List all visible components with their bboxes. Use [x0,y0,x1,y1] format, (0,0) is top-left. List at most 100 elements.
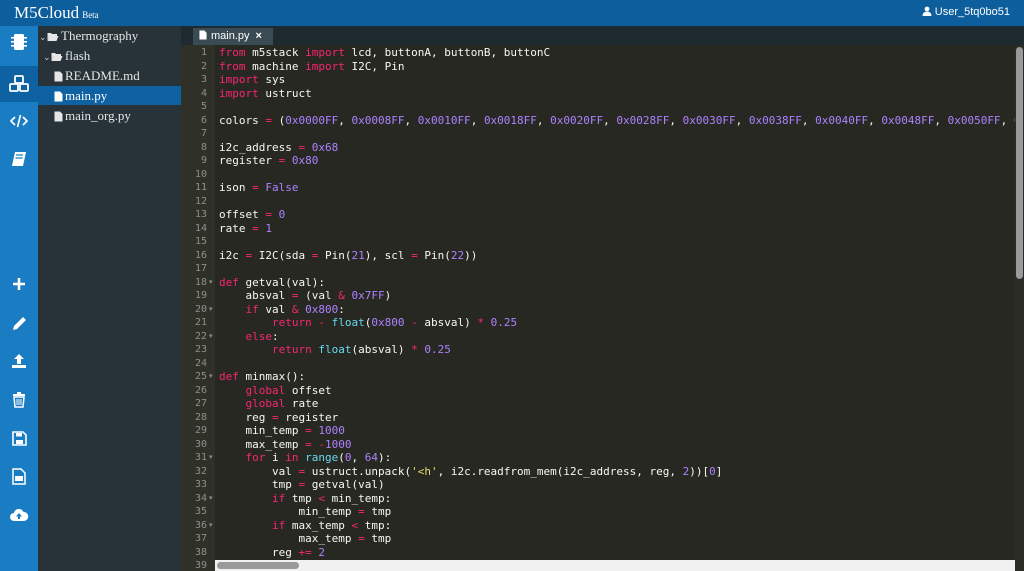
code-line: else: [245,329,279,343]
code-line: reg = register [219,410,339,424]
code-line: i2c_address = 0x68 [219,140,339,154]
line-number: 4 [200,87,207,99]
zip-icon [12,467,26,485]
fold-arrow-icon[interactable]: ▾ [209,492,213,506]
code-line: val = ustruct.unpack('<h', i2c.readfrom_… [219,464,723,478]
file-icon [54,111,63,122]
tree-file-main-org[interactable]: main_org.py [38,106,181,125]
line-number: 17 [194,263,207,274]
code-line: colors = (0x0000FF, 0x0008FF, 0x0010FF, … [219,113,1024,127]
code-line: def minmax(): [219,370,306,383]
tree-file-main[interactable]: main.py [38,86,181,105]
chevron-down-icon: ⌄ [43,52,51,62]
user-name: User_5tq0bo51 [934,6,1010,18]
code-line: return - float(0x800 - absval) * 0.25 [271,316,518,329]
line-number: 3 [200,74,207,85]
rename-button[interactable] [0,308,38,338]
line-number: 11 [194,182,207,193]
line-number: 26 [194,384,207,396]
tree-root-folder[interactable]: ⌄ Thermography [38,26,181,45]
fold-arrow-icon[interactable]: ▾ [209,451,213,465]
line-number: 2 [200,60,207,72]
line-number: 33 [194,479,207,490]
line-number: 9 [200,155,207,166]
device-button[interactable] [0,27,38,57]
editor-tab-bar: main.py × [181,26,1024,45]
code-icon [10,114,28,128]
upload-button[interactable] [0,346,38,376]
tree-folder-flash[interactable]: ⌄ flash [38,46,181,65]
cloud-upload-icon [10,508,29,521]
line-number: 25 [194,371,207,382]
tree-file-readme[interactable]: README.md [38,66,181,85]
trash-icon [13,392,25,408]
file-icon [54,91,63,102]
code-line: min_temp = 1000 [219,424,345,437]
code-line: i2c = I2C(sda = Pin(21), scl = Pin(22)) [219,248,478,262]
top-bar: M5Cloud Beta User_5tq0bo51 [0,0,1024,26]
line-number: 20 [194,303,207,315]
line-number: 34 [194,492,207,504]
tab-main-py[interactable]: main.py × [193,28,273,45]
tree-file-label: main.py [65,88,108,103]
code-button[interactable] [0,106,38,136]
user-menu[interactable]: User_5tq0bo51 [922,6,1010,18]
download-zip-button[interactable] [0,461,38,491]
line-number: 21 [194,317,207,328]
horizontal-scrollbar[interactable] [215,560,1015,571]
folder-open-icon [51,53,63,61]
folder-open-icon [47,33,59,41]
projects-button[interactable] [0,66,38,102]
code-line: global offset [245,383,332,397]
code-line: max_temp = tmp [219,532,392,545]
line-number: 37 [194,533,207,544]
code-line: import sys [219,73,286,86]
file-tree: ⌄ Thermography ⌄ flash README.md main.py m… [38,26,181,571]
brand-name: M5Cloud [14,3,80,22]
code-line: import ustruct [219,86,312,100]
horizontal-scroll-thumb[interactable] [217,562,299,569]
delete-button[interactable] [0,385,38,415]
fold-arrow-icon[interactable]: ▾ [209,303,213,317]
line-number: 24 [194,357,207,369]
code-editor[interactable]: 1 2 3 4 5 6 7 8 9 10 11 12 13 14 15 16 17 18 ▾ 19 20 ▾ 21 22 ▾ 23… [181,45,1024,571]
code-line: if max_temp < tmp: [271,518,392,532]
line-number: 7 [200,128,207,139]
book-icon [12,152,26,166]
code-line: rate = 1 [219,221,272,235]
line-number: 23 [194,344,207,355]
line-number: 36 [194,519,207,531]
code-line: if val & 0x800: [245,302,345,316]
fold-arrow-icon[interactable]: ▾ [209,330,213,344]
line-number: 30 [194,438,207,450]
cloud-upload-button[interactable] [0,500,38,530]
vertical-scroll-thumb[interactable] [1016,47,1023,279]
line-number: 22 [194,330,207,342]
code-line: return float(absval) * 0.25 [271,343,451,356]
code-line: from machine import I2C, Pin [219,59,405,73]
line-number: 38 [194,546,207,558]
close-tab-button[interactable]: × [256,30,262,42]
line-number: 13 [194,209,207,220]
add-button[interactable] [0,269,38,299]
plus-icon [13,278,25,290]
line-number: 1 [200,47,207,58]
app-brand[interactable]: M5Cloud Beta [14,3,99,23]
fold-arrow-icon[interactable]: ▾ [209,370,213,384]
code-line: if tmp < min_temp: [271,491,392,505]
device-icon [11,34,27,50]
tab-label: main.py [211,30,250,42]
docs-button[interactable] [0,144,38,174]
save-button[interactable] [0,423,38,453]
line-number: 16 [194,249,207,261]
icon-rail [0,26,38,571]
vertical-scrollbar[interactable] [1015,45,1024,571]
code-line: global rate [245,397,319,410]
fold-arrow-icon[interactable]: ▾ [209,276,213,290]
line-number: 29 [194,425,207,436]
code-line: max_temp = -1000 [219,437,352,451]
file-icon [54,71,63,82]
code-line: def getval(val): [219,275,325,289]
file-icon [199,30,207,40]
fold-arrow-icon[interactable]: ▾ [209,519,213,533]
